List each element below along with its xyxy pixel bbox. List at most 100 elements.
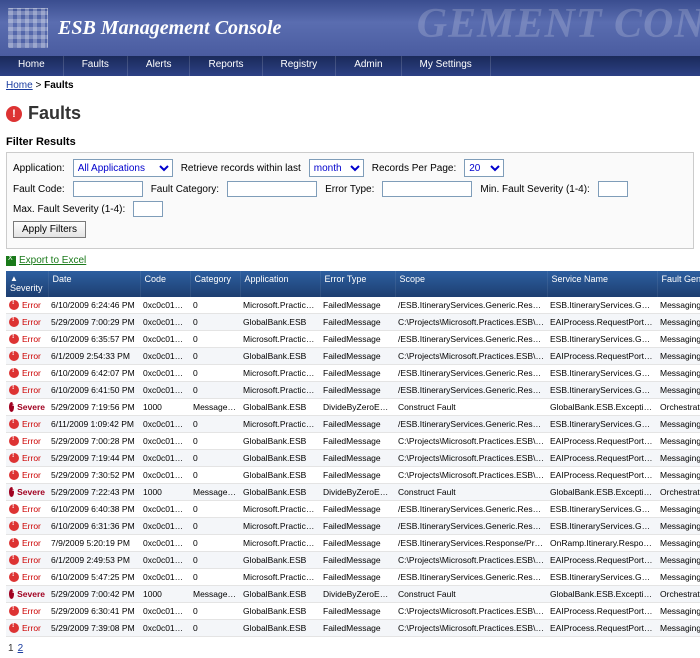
breadcrumb-home[interactable]: Home <box>6 80 33 91</box>
col-application[interactable]: Application <box>240 271 320 297</box>
fault-generator-cell: Messaging.ReceiveLocation <box>657 330 700 347</box>
nav-faults[interactable]: Faults <box>64 56 128 76</box>
col-code[interactable]: Code <box>140 271 190 297</box>
table-row[interactable]: Severe5/29/2009 7:00:42 PM1000MessageBui… <box>6 585 700 602</box>
severity-cell: Severe <box>9 589 45 599</box>
application-cell: Microsoft.Practices.ESB <box>240 568 320 585</box>
scope-cell: C:\Projects\Microsoft.Practices.ESB\Sour… <box>395 313 547 330</box>
fault-generator-cell: Messaging.ReceiveLocation <box>657 364 700 381</box>
fault-category-input[interactable] <box>227 181 317 197</box>
application-cell: GlobalBank.ESB <box>240 347 320 364</box>
application-cell: Microsoft.Practices.ESB <box>240 364 320 381</box>
col-service-name[interactable]: Service Name <box>547 271 657 297</box>
nav-home[interactable]: Home <box>0 56 64 76</box>
apply-filters-button[interactable]: Apply Filters <box>13 221 86 238</box>
col-category[interactable]: Category <box>190 271 240 297</box>
application-cell: GlobalBank.ESB <box>240 398 320 415</box>
fault-code-input[interactable] <box>73 181 143 197</box>
export-to-excel-link[interactable]: Export to Excel <box>0 253 92 268</box>
category-cell: 0 <box>190 517 240 534</box>
table-row[interactable]: Error6/10/2009 6:41:50 PM0xc0c016570Micr… <box>6 381 700 398</box>
error-type-cell: FailedMessage <box>320 602 395 619</box>
fault-generator-cell: Messaging.ReceiveLocation <box>657 347 700 364</box>
col-date[interactable]: Date <box>48 271 140 297</box>
category-cell: 0 <box>190 432 240 449</box>
page-title: Faults <box>28 103 81 124</box>
severity-cell: Error <box>9 368 45 378</box>
table-row[interactable]: Error6/11/2009 1:09:42 PM0xc0c016570Micr… <box>6 415 700 432</box>
date-cell: 5/29/2009 6:30:41 PM <box>48 602 140 619</box>
table-row[interactable]: Error7/9/2009 5:20:19 PM0xc0c016570Micro… <box>6 534 700 551</box>
error-type-cell: FailedMessage <box>320 297 395 314</box>
service-name-cell: ESB.ItineraryServices.Generic.Response.W… <box>547 517 657 534</box>
pager-page-2[interactable]: 2 <box>18 643 24 654</box>
col-severity[interactable]: ▲Severity <box>6 271 48 297</box>
fault-generator-cell: Messaging.ReceiveLocation <box>657 517 700 534</box>
date-cell: 5/29/2009 7:19:44 PM <box>48 449 140 466</box>
period-select[interactable]: month <box>309 159 364 177</box>
page-title-row: ! Faults <box>0 95 700 134</box>
table-row[interactable]: Error5/29/2009 7:00:28 PM0xc0c016570Glob… <box>6 432 700 449</box>
date-cell: 5/29/2009 7:19:56 PM <box>48 398 140 415</box>
fault-generator-cell: Messaging.ReceiveLocation <box>657 534 700 551</box>
nav-my-settings[interactable]: My Settings <box>402 56 491 76</box>
category-cell: 0 <box>190 364 240 381</box>
nav-alerts[interactable]: Alerts <box>128 56 191 76</box>
col-scope[interactable]: Scope <box>395 271 547 297</box>
scope-cell: /ESB.ItineraryServices.Generic.Response.… <box>395 381 547 398</box>
col-error-type[interactable]: Error Type <box>320 271 395 297</box>
fault-generator-cell: Messaging.ReceiveLocation <box>657 449 700 466</box>
table-row[interactable]: Error5/29/2009 7:19:44 PM0xc0c016570Glob… <box>6 449 700 466</box>
severity-icon <box>9 470 19 480</box>
table-row[interactable]: Error6/10/2009 5:47:25 PM0xc0c016570Micr… <box>6 568 700 585</box>
category-cell: 0 <box>190 297 240 314</box>
service-name-cell: EAIProcess.RequestPort_FILE <box>547 313 657 330</box>
records-per-page-select[interactable]: 20 <box>464 159 504 177</box>
table-row[interactable]: Error6/10/2009 6:40:38 PM0xc0c016570Micr… <box>6 500 700 517</box>
table-row[interactable]: Severe5/29/2009 7:22:43 PM1000MessageBui… <box>6 483 700 500</box>
table-row[interactable]: Error6/10/2009 6:24:46 PM0xc0c016570Micr… <box>6 297 700 314</box>
col-fault-generator[interactable]: Fault Generator <box>657 271 700 297</box>
application-select[interactable]: All Applications <box>73 159 173 177</box>
table-row[interactable]: Error6/1/2009 2:54:33 PM0xc0c016570Globa… <box>6 347 700 364</box>
table-row[interactable]: Severe5/29/2009 7:19:56 PM1000MessageBui… <box>6 398 700 415</box>
application-cell: GlobalBank.ESB <box>240 585 320 602</box>
severity-icon <box>9 504 19 514</box>
table-row[interactable]: Error6/10/2009 6:31:36 PM0xc0c016570Micr… <box>6 517 700 534</box>
date-cell: 5/29/2009 7:30:52 PM <box>48 466 140 483</box>
table-row[interactable]: Error5/29/2009 7:39:08 PM0xc0c016570Glob… <box>6 619 700 636</box>
max-severity-input[interactable] <box>133 201 163 217</box>
label-fault-code: Fault Code: <box>13 184 65 195</box>
nav-reports[interactable]: Reports <box>190 56 262 76</box>
label-fault-category: Fault Category: <box>151 184 219 195</box>
min-severity-input[interactable] <box>598 181 628 197</box>
table-row[interactable]: Error5/29/2009 6:30:41 PM0xc0c016570Glob… <box>6 602 700 619</box>
scope-cell: Construct Fault <box>395 585 547 602</box>
code-cell: 0xc0c01657 <box>140 415 190 432</box>
error-type-input[interactable] <box>382 181 472 197</box>
scope-cell: /ESB.ItineraryServices.Generic.Response.… <box>395 364 547 381</box>
service-name-cell: ESB.ItineraryServices.Generic.Response.W… <box>547 330 657 347</box>
service-name-cell: EAIProcess.RequestPort_FILE <box>547 466 657 483</box>
fault-generator-cell: Messaging.ReceiveLocation <box>657 466 700 483</box>
nav-admin[interactable]: Admin <box>336 56 401 76</box>
table-row[interactable]: Error6/1/2009 2:49:53 PM0xc0c016570Globa… <box>6 551 700 568</box>
table-row[interactable]: Error5/29/2009 7:00:29 PM0xc0c016570Glob… <box>6 313 700 330</box>
severity-cell: Error <box>9 351 45 361</box>
filter-heading: Filter Results <box>0 134 700 152</box>
code-cell: 0xc0c01657 <box>140 568 190 585</box>
fault-generator-cell: Messaging.ReceiveLocation <box>657 381 700 398</box>
severity-icon <box>9 623 19 633</box>
code-cell: 0xc0c01657 <box>140 517 190 534</box>
label-error-type: Error Type: <box>325 184 374 195</box>
table-row[interactable]: Error6/10/2009 6:35:57 PM0xc0c016570Micr… <box>6 330 700 347</box>
severity-icon <box>9 300 19 310</box>
service-name-cell: GlobalBank.ESB.ExceptionHandling.Process… <box>547 585 657 602</box>
table-row[interactable]: Error6/10/2009 6:42:07 PM0xc0c016570Micr… <box>6 364 700 381</box>
scope-cell: /ESB.ItineraryServices.Generic.Response.… <box>395 500 547 517</box>
nav-registry[interactable]: Registry <box>263 56 337 76</box>
severity-icon <box>9 351 19 361</box>
breadcrumb-current: Faults <box>44 80 73 91</box>
scope-cell: Construct Fault <box>395 483 547 500</box>
table-row[interactable]: Error5/29/2009 7:30:52 PM0xc0c016570Glob… <box>6 466 700 483</box>
